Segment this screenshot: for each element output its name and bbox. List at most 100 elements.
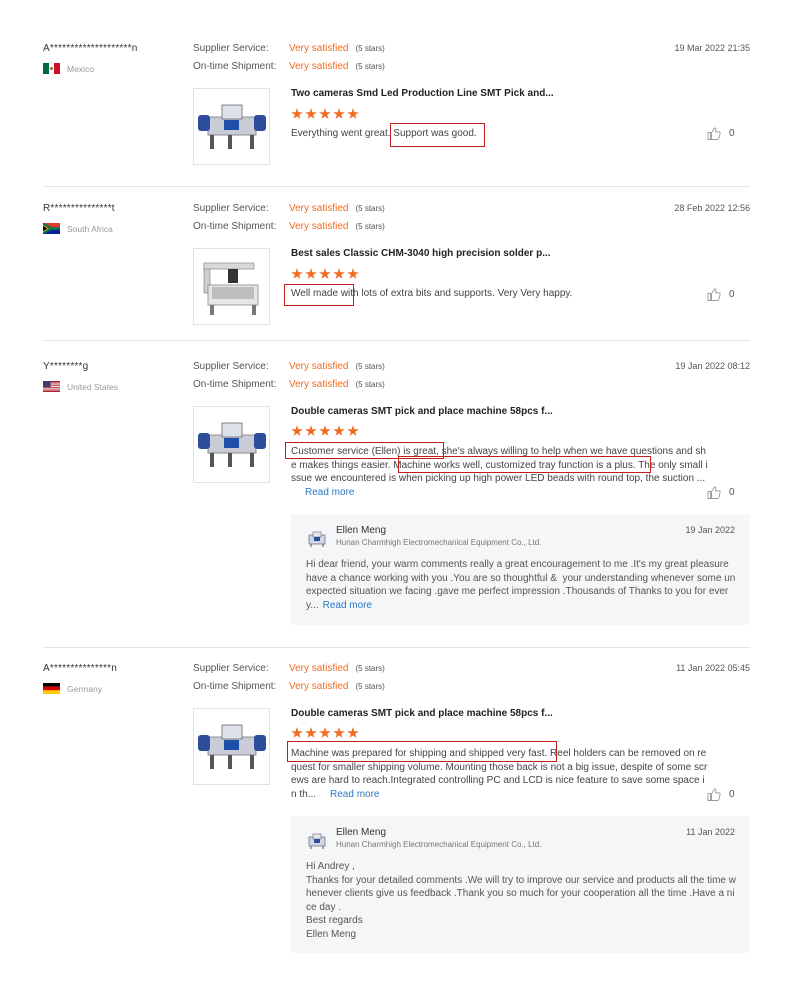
review-date: 28 Feb 2022 12:56 bbox=[674, 203, 750, 213]
supplier-service-rating: Supplier Service: Very satisfied (5 star… bbox=[193, 43, 385, 54]
shipment-rating: On-time Shipment: Very satisfied (5 star… bbox=[193, 681, 385, 692]
product-thumbnail[interactable] bbox=[193, 248, 270, 325]
supplier-service-label: Supplier Service: bbox=[193, 663, 269, 674]
product-title-link[interactable]: Double cameras SMT pick and place machin… bbox=[291, 406, 553, 417]
product-thumbnail[interactable] bbox=[193, 406, 270, 483]
star-icon bbox=[333, 727, 345, 738]
reply-date: 19 Jan 2022 bbox=[685, 525, 735, 535]
buyer-country: United States bbox=[43, 381, 118, 392]
shipment-stars: (5 stars) bbox=[355, 222, 385, 231]
product-title-link[interactable]: Double cameras SMT pick and place machin… bbox=[291, 708, 553, 719]
supplier-service-label: Supplier Service: bbox=[193, 361, 269, 372]
read-more-link[interactable]: Read more bbox=[330, 789, 379, 800]
star-icon bbox=[319, 268, 331, 279]
like-count: 0 bbox=[729, 289, 735, 300]
star-icon bbox=[333, 268, 345, 279]
product-title-link[interactable]: Two cameras Smd Led Production Line SMT … bbox=[291, 88, 554, 99]
review-date: 11 Jan 2022 05:45 bbox=[676, 663, 750, 673]
star-icon bbox=[291, 268, 303, 279]
supplier-service-stars: (5 stars) bbox=[355, 204, 385, 213]
supplier-service-label: Supplier Service: bbox=[193, 203, 269, 214]
company-logo-icon bbox=[307, 832, 329, 850]
highlight-box bbox=[284, 284, 354, 306]
shipment-label: On-time Shipment: bbox=[193, 379, 277, 390]
highlight-box bbox=[287, 741, 557, 762]
star-icon bbox=[333, 108, 345, 119]
like-button[interactable]: 0 bbox=[707, 288, 735, 301]
shipment-stars: (5 stars) bbox=[355, 62, 385, 71]
shipment-rating: On-time Shipment: Very satisfied (5 star… bbox=[193, 221, 385, 232]
like-count: 0 bbox=[729, 789, 735, 800]
supplier-service-value: Very satisfied bbox=[289, 43, 349, 54]
us-flag-icon bbox=[43, 381, 60, 392]
shipment-label: On-time Shipment: bbox=[193, 61, 277, 72]
review-comment: Everything went great. Support was good. bbox=[291, 128, 477, 139]
buyer-country: South Africa bbox=[43, 223, 113, 234]
like-count: 0 bbox=[729, 128, 735, 139]
like-count: 0 bbox=[729, 487, 735, 498]
buyer-name: A********************n bbox=[43, 43, 138, 54]
supplier-service-label: Supplier Service: bbox=[193, 43, 269, 54]
company-logo-icon bbox=[307, 530, 329, 548]
reply-author: Ellen Meng bbox=[336, 525, 387, 536]
thumbs-up-icon bbox=[707, 127, 721, 140]
seller-reply: Ellen Meng Hunan Charmhigh Electromechan… bbox=[291, 816, 750, 953]
divider bbox=[43, 647, 750, 648]
star-icon bbox=[305, 108, 317, 119]
supplier-service-value: Very satisfied bbox=[289, 203, 349, 214]
shipment-label: On-time Shipment: bbox=[193, 681, 277, 692]
read-more-link[interactable]: Read more bbox=[305, 487, 354, 498]
product-thumbnail[interactable] bbox=[193, 708, 270, 785]
mexico-flag-icon bbox=[43, 63, 60, 74]
star-icon bbox=[291, 727, 303, 738]
country-name: Mexico bbox=[67, 63, 94, 74]
reply-text: Hi dear friend, your warm comments reall… bbox=[306, 558, 736, 612]
like-button[interactable]: 0 bbox=[707, 127, 735, 140]
supplier-service-value: Very satisfied bbox=[289, 663, 349, 674]
star-icon bbox=[347, 268, 359, 279]
rating-stars bbox=[291, 727, 359, 739]
supplier-service-rating: Supplier Service: Very satisfied (5 star… bbox=[193, 361, 385, 372]
seller-reply: Ellen Meng Hunan Charmhigh Electromechan… bbox=[291, 514, 750, 625]
star-icon bbox=[319, 727, 331, 738]
product-thumbnail[interactable] bbox=[193, 88, 270, 165]
review-date: 19 Jan 2022 08:12 bbox=[675, 361, 750, 371]
reply-date: 11 Jan 2022 bbox=[686, 827, 735, 837]
shipment-rating: On-time Shipment: Very satisfied (5 star… bbox=[193, 379, 385, 390]
like-button[interactable]: 0 bbox=[707, 486, 735, 499]
reply-author: Ellen Meng bbox=[336, 827, 387, 838]
star-icon bbox=[347, 425, 359, 436]
star-icon bbox=[305, 727, 317, 738]
star-icon bbox=[305, 425, 317, 436]
supplier-service-stars: (5 stars) bbox=[355, 44, 385, 53]
supplier-service-stars: (5 stars) bbox=[355, 362, 385, 371]
thumbs-up-icon bbox=[707, 288, 721, 301]
star-icon bbox=[319, 108, 331, 119]
supplier-service-rating: Supplier Service: Very satisfied (5 star… bbox=[193, 203, 385, 214]
like-button[interactable]: 0 bbox=[707, 788, 735, 801]
star-icon bbox=[319, 425, 331, 436]
buyer-name: A***************n bbox=[43, 663, 118, 674]
shipment-label: On-time Shipment: bbox=[193, 221, 277, 232]
country-name: United States bbox=[67, 381, 119, 392]
shipment-value: Very satisfied bbox=[289, 221, 349, 232]
country-name: Germany bbox=[67, 683, 102, 694]
reply-text: Hi Andrey , Thanks for your detailed com… bbox=[306, 861, 736, 940]
star-icon bbox=[333, 425, 345, 436]
thumbs-up-icon bbox=[707, 788, 721, 801]
highlight-box bbox=[398, 456, 651, 473]
star-icon bbox=[291, 425, 303, 436]
buyer-country: Germany bbox=[43, 683, 102, 694]
reply-company: Hunan Charmhigh Electromechanical Equipm… bbox=[336, 538, 542, 547]
supplier-service-rating: Supplier Service: Very satisfied (5 star… bbox=[193, 663, 385, 674]
thumbs-up-icon bbox=[707, 486, 721, 499]
shipment-rating: On-time Shipment: Very satisfied (5 star… bbox=[193, 61, 385, 72]
supplier-service-value: Very satisfied bbox=[289, 361, 349, 372]
shipment-value: Very satisfied bbox=[289, 61, 349, 72]
read-more-link[interactable]: Read more bbox=[323, 600, 372, 611]
rating-stars bbox=[291, 268, 359, 280]
south-africa-flag-icon bbox=[43, 223, 60, 234]
star-icon bbox=[291, 108, 303, 119]
product-title-link[interactable]: Best sales Classic CHM-3040 high precisi… bbox=[291, 248, 551, 259]
divider bbox=[43, 186, 750, 187]
